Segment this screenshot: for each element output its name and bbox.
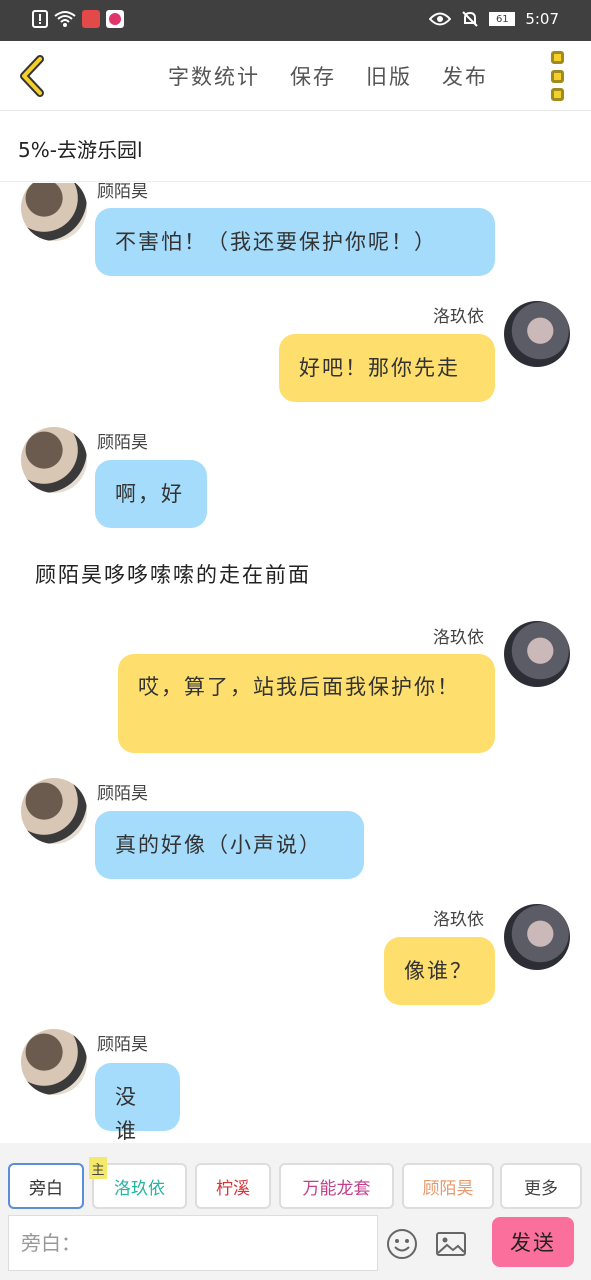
chevron-left-icon: [20, 55, 44, 97]
battery-icon: 61: [489, 12, 516, 26]
word-count-button[interactable]: 字数统计: [168, 61, 260, 91]
character-chips: 旁白 洛玖依 主 柠溪 万能龙套 顾陌昊 更多: [8, 1157, 588, 1209]
old-version-button[interactable]: 旧版: [366, 61, 412, 91]
chat-area[interactable]: 顾陌昊 不害怕！（我还要保护你呢！） 洛玖依 好吧！那你先走 顾陌昊 啊，好 顾…: [0, 183, 591, 1143]
chip-extra[interactable]: 万能龙套: [279, 1163, 394, 1209]
more-menu-button[interactable]: [551, 51, 571, 101]
narration-text[interactable]: 顾陌昊哆哆嗦嗦的走在前面: [35, 559, 311, 589]
chapter-title[interactable]: 5%-去游乐园l: [18, 134, 143, 163]
speaker-name: 洛玖依: [433, 307, 484, 327]
more-dot: [551, 88, 564, 101]
message-input-box[interactable]: [8, 1215, 378, 1271]
emoji-button[interactable]: [386, 1228, 418, 1260]
more-dot: [551, 51, 564, 64]
avatar[interactable]: [504, 301, 570, 367]
publish-button[interactable]: 发布: [442, 61, 488, 91]
avatar[interactable]: [504, 621, 570, 687]
avatar[interactable]: [21, 778, 87, 844]
eye-icon: [429, 12, 452, 26]
book-app-icon: [82, 10, 100, 28]
more-dot: [551, 69, 564, 83]
status-bar: 61 5:07: [0, 0, 591, 41]
message-input[interactable]: [9, 1216, 377, 1270]
bottom-toolbar: 旁白 洛玖依 主 柠溪 万能龙套 顾陌昊 更多 发送: [0, 1143, 591, 1280]
message-bubble[interactable]: 不害怕！（我还要保护你呢！）: [95, 208, 495, 276]
chip-more[interactable]: 更多: [500, 1163, 582, 1209]
speaker-name: 顾陌昊: [97, 784, 148, 804]
chip-narrator[interactable]: 旁白: [8, 1163, 84, 1209]
speaker-name: 洛玖依: [433, 910, 484, 930]
chapter-title-bar[interactable]: 5%-去游乐园l: [0, 112, 591, 182]
speaker-name: 顾陌昊: [97, 1035, 148, 1055]
message-bubble[interactable]: 没谁: [95, 1063, 180, 1143]
chip-gumohao[interactable]: 顾陌昊: [402, 1163, 494, 1209]
app-bar: 字数统计 保存 旧版 发布: [0, 41, 591, 111]
message-bubble[interactable]: 真的好像（小声说）: [95, 811, 364, 879]
image-button[interactable]: [435, 1228, 467, 1260]
speaker-name: 顾陌昊: [97, 183, 148, 202]
message-bubble[interactable]: 像谁？: [384, 937, 495, 1005]
avatar[interactable]: [21, 427, 87, 493]
message-bubble[interactable]: 好吧！那你先走: [279, 334, 495, 402]
alert-icon: [32, 10, 48, 28]
avatar[interactable]: [504, 904, 570, 970]
avatar[interactable]: [21, 183, 87, 241]
message-bubble[interactable]: 啊，好: [95, 460, 207, 528]
app-icon: [106, 10, 124, 28]
wifi-icon: [54, 11, 76, 27]
smiley-icon: [387, 1229, 417, 1259]
chip-ningxi[interactable]: 柠溪: [195, 1163, 271, 1209]
main-character-tag: 主: [89, 1157, 107, 1179]
message-bubble[interactable]: 哎，算了，站我后面我保护你！: [118, 654, 495, 753]
clock: 5:07: [525, 10, 559, 28]
image-icon: [436, 1232, 466, 1256]
save-button[interactable]: 保存: [290, 61, 336, 91]
speaker-name: 顾陌昊: [97, 433, 148, 453]
speaker-name: 洛玖依: [433, 628, 484, 648]
avatar[interactable]: [21, 1029, 87, 1095]
top-menu: 字数统计 保存 旧版 发布: [168, 61, 488, 91]
back-button[interactable]: [12, 53, 56, 99]
send-button[interactable]: 发送: [492, 1217, 574, 1267]
mute-icon: [462, 11, 479, 27]
status-right: 61 5:07: [429, 10, 559, 28]
status-left: [32, 10, 124, 28]
